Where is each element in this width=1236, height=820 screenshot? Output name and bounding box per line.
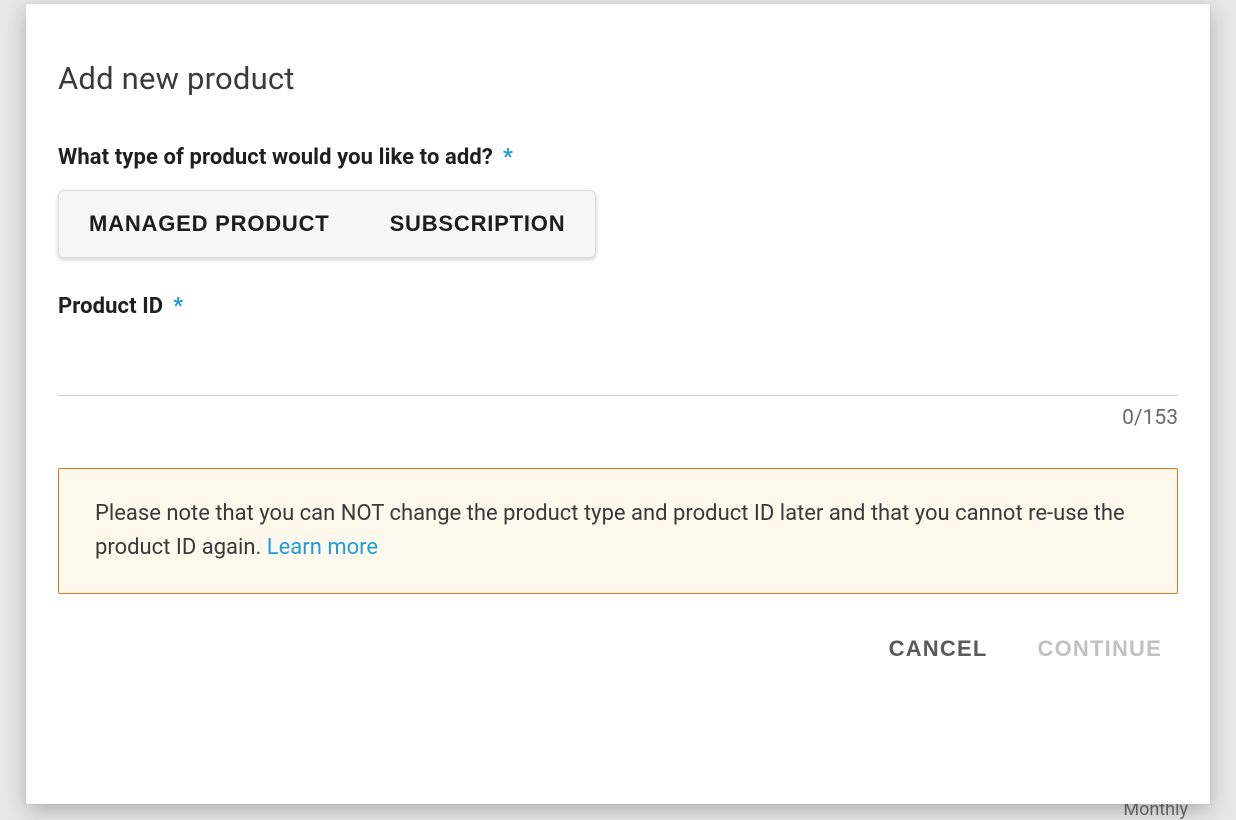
- dialog-title: Add new product: [58, 60, 1178, 97]
- product-id-label-row: Product ID *: [58, 294, 1178, 319]
- learn-more-link[interactable]: Learn more: [267, 535, 378, 560]
- product-type-section: What type of product would you like to a…: [58, 145, 1178, 294]
- product-type-label-row: What type of product would you like to a…: [58, 145, 1178, 170]
- subscription-toggle[interactable]: SUBSCRIPTION: [360, 191, 596, 257]
- product-id-section: Product ID * 0/153: [58, 294, 1178, 430]
- managed-product-toggle[interactable]: MANAGED PRODUCT: [59, 191, 360, 257]
- product-type-question: What type of product would you like to a…: [58, 145, 493, 170]
- continue-button[interactable]: CONTINUE: [1034, 630, 1167, 668]
- product-id-input[interactable]: [58, 329, 1178, 396]
- add-product-dialog: Add new product What type of product wou…: [26, 4, 1210, 804]
- cancel-button[interactable]: CANCEL: [885, 630, 992, 668]
- required-asterisk-icon: *: [173, 294, 183, 319]
- warning-notice-text: Please note that you can NOT change the …: [95, 501, 1125, 560]
- product-id-label: Product ID: [58, 294, 163, 319]
- product-id-char-counter: 0/153: [58, 406, 1178, 430]
- dialog-actions: CANCEL CONTINUE: [58, 630, 1178, 668]
- required-asterisk-icon: *: [503, 145, 513, 170]
- warning-notice: Please note that you can NOT change the …: [58, 468, 1178, 594]
- product-type-toggle-group: MANAGED PRODUCT SUBSCRIPTION: [58, 190, 596, 258]
